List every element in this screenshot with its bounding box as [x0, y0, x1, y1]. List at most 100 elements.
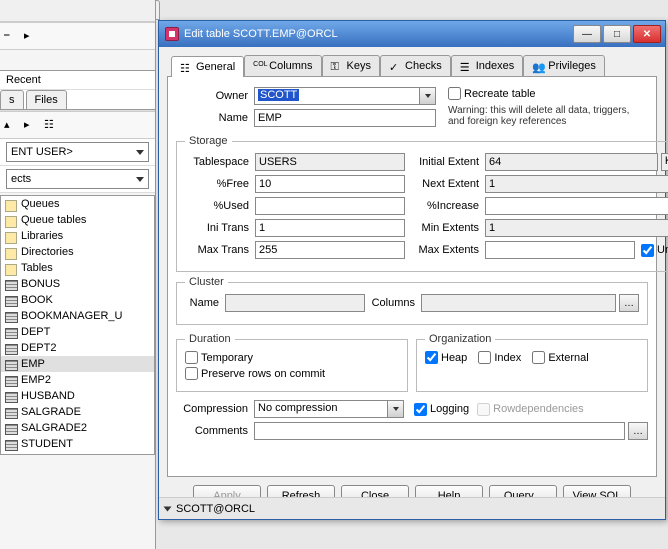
- tree-table-emp[interactable]: EMP: [1, 356, 154, 372]
- tree-table-student[interactable]: STUDENT: [1, 436, 154, 452]
- index-checkbox[interactable]: Index: [478, 351, 521, 364]
- recent-label: Recent: [6, 74, 149, 86]
- comments-label: Comments: [176, 425, 254, 437]
- icon-b[interactable]: ▸: [24, 118, 38, 132]
- tree-table-dept[interactable]: DEPT: [1, 324, 154, 340]
- tree-table-husband[interactable]: HUSBAND: [1, 388, 154, 404]
- unlimited-checkbox[interactable]: Unlimited: [641, 244, 668, 257]
- tab-columns[interactable]: COLColumns: [244, 55, 321, 76]
- compression-field[interactable]: No compression: [254, 400, 388, 418]
- organization-legend: Organization: [425, 333, 495, 345]
- user-combo-value: ENT USER>: [11, 146, 73, 158]
- pctused-label: %Used: [185, 200, 255, 212]
- close-button[interactable]: ✕: [633, 25, 661, 43]
- tree-table-bonus[interactable]: BONUS: [1, 276, 154, 292]
- tab-s[interactable]: s: [0, 90, 24, 109]
- statusbar: SCOTT@ORCL: [159, 497, 665, 519]
- icon-a[interactable]: ▴: [4, 118, 18, 132]
- duration-group: Duration Temporary Preserve rows on comm…: [176, 333, 408, 392]
- general-form: Owner SCOTT Name Recreate table Warning:…: [167, 77, 657, 477]
- maxext-field[interactable]: [485, 241, 635, 259]
- tree-table-emp2[interactable]: EMP2: [1, 372, 154, 388]
- name-label: Name: [176, 112, 254, 124]
- recreate-checkbox[interactable]: Recreate table: [448, 87, 536, 100]
- indexes-icon: ☰: [460, 61, 472, 71]
- tree-table-book[interactable]: BOOK: [1, 292, 154, 308]
- tree-cat-tables[interactable]: Tables: [1, 260, 154, 276]
- tab-indexes[interactable]: ☰Indexes: [451, 55, 524, 76]
- checks-icon: ✓: [389, 61, 401, 71]
- heap-checkbox[interactable]: Heap: [425, 351, 467, 364]
- object-tree[interactable]: Queues Queue tables Libraries Directorie…: [0, 195, 155, 455]
- nextext-label: Next Extent: [415, 178, 485, 190]
- tab-privileges[interactable]: 👥Privileges: [523, 55, 605, 76]
- objects-combo-value: ects: [11, 173, 31, 185]
- edit-table-dialog: Edit table SCOTT.EMP@ORCL — □ ✕ ☷General…: [158, 20, 666, 520]
- tree-table-salgrade[interactable]: SALGRADE: [1, 404, 154, 420]
- compression-dropdown[interactable]: [388, 400, 404, 418]
- pctfree-label: %Free: [185, 178, 255, 190]
- pctused-field[interactable]: [255, 197, 405, 215]
- tab-files[interactable]: Files: [26, 90, 67, 109]
- comments-field[interactable]: [254, 422, 625, 440]
- tab-general[interactable]: ☷General: [171, 56, 244, 77]
- nextext-field[interactable]: [485, 175, 668, 193]
- comments-expand[interactable]: …: [628, 422, 648, 440]
- cluster-cols-browse[interactable]: …: [619, 294, 639, 312]
- general-icon: ☷: [180, 62, 192, 72]
- icon-c[interactable]: ☷: [44, 118, 58, 132]
- compression-label: Compression: [176, 403, 254, 415]
- initrans-field[interactable]: [255, 219, 405, 237]
- maximize-button[interactable]: □: [603, 25, 631, 43]
- tab-checks[interactable]: ✓Checks: [380, 55, 451, 76]
- chevron-down-icon: [136, 177, 144, 182]
- cluster-cols-label: Columns: [365, 297, 421, 309]
- toolbar-icon-1[interactable]: ⎯: [4, 29, 18, 43]
- cluster-cols-field[interactable]: [421, 294, 616, 312]
- tree-cat-directories[interactable]: Directories: [1, 244, 154, 260]
- tree-table-dept2[interactable]: DEPT2: [1, 340, 154, 356]
- initext-label: Initial Extent: [415, 156, 485, 168]
- organization-group: Organization Heap Index External: [416, 333, 648, 392]
- maxext-label: Max Extents: [415, 244, 485, 256]
- tree-table-bookmgr[interactable]: BOOKMANAGER_U: [1, 308, 154, 324]
- tab-keys[interactable]: ⚿Keys: [322, 55, 380, 76]
- titlebar[interactable]: Edit table SCOTT.EMP@ORCL — □ ✕: [159, 21, 665, 47]
- pctinc-label: %Increase: [415, 200, 485, 212]
- cluster-name-field[interactable]: [225, 294, 365, 312]
- status-text: SCOTT@ORCL: [176, 503, 255, 515]
- pctinc-field[interactable]: [485, 197, 668, 215]
- temporary-checkbox[interactable]: Temporary: [185, 351, 253, 364]
- name-field[interactable]: [254, 109, 436, 127]
- tree-table-salgrade2[interactable]: SALGRADE2: [1, 420, 154, 436]
- minext-field[interactable]: [485, 219, 668, 237]
- storage-group: Storage Tablespace %Free %Used Ini Trans…: [176, 135, 668, 272]
- tablespace-field[interactable]: [255, 153, 405, 171]
- owner-field[interactable]: SCOTT: [254, 87, 420, 105]
- rowdep-checkbox: Rowdependencies: [477, 403, 584, 416]
- objects-combo[interactable]: ects: [6, 169, 149, 189]
- cluster-name-label: Name: [185, 297, 225, 309]
- initext-unit: KB: [661, 153, 668, 171]
- pctfree-field[interactable]: [255, 175, 405, 193]
- sidebar-toolbar-2: ▴ ▸ ☷: [0, 111, 155, 139]
- minimize-button[interactable]: —: [573, 25, 601, 43]
- owner-label: Owner: [176, 90, 254, 102]
- user-combo[interactable]: ENT USER>: [6, 142, 149, 162]
- preserve-checkbox[interactable]: Preserve rows on commit: [185, 367, 325, 380]
- initext-field[interactable]: [485, 153, 658, 171]
- tree-cat-queues[interactable]: Queues: [1, 196, 154, 212]
- tree-cat-libraries[interactable]: Libraries: [1, 228, 154, 244]
- logging-checkbox[interactable]: Logging: [414, 403, 469, 416]
- minext-label: Min Extents: [415, 222, 485, 234]
- external-checkbox[interactable]: External: [532, 351, 588, 364]
- maxtrans-field[interactable]: [255, 241, 405, 259]
- sidebar-top: [0, 0, 155, 22]
- keys-icon: ⚿: [331, 61, 343, 71]
- tree-cat-queuetables[interactable]: Queue tables: [1, 212, 154, 228]
- privileges-icon: 👥: [532, 61, 544, 71]
- expand-icon[interactable]: [164, 506, 172, 511]
- toolbar-icon-2[interactable]: ▸: [24, 29, 38, 43]
- owner-dropdown-button[interactable]: [420, 87, 436, 105]
- initrans-label: Ini Trans: [185, 222, 255, 234]
